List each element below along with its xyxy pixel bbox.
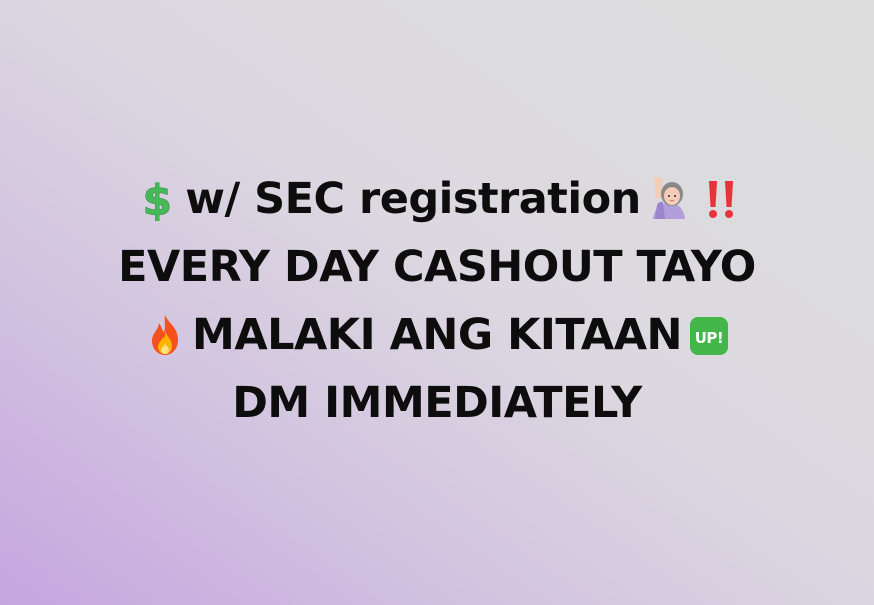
svg-text:$: $ [143,177,172,221]
up-badge-text: UP! [695,329,724,347]
post-line-2: EVERY DAY CASHOUT TAYO [118,241,756,292]
post-line-4: DM IMMEDIATELY [232,377,642,428]
text-post-card: $ $ w/ SEC registration EVERY DAY CASHOU… [0,0,874,605]
post-text: $ $ w/ SEC registration EVERY DAY CASHOU… [118,165,756,437]
double-exclamation-icon [703,177,739,221]
post-line-1-text: w/ SEC registration [185,173,641,224]
post-line-1: $ $ w/ SEC registration [118,165,756,233]
up-button-icon: UP! [688,315,730,357]
dollar-sign-icon: $ $ [135,177,179,221]
post-line-3: MALAKI ANG KITAAN UP! [118,301,756,369]
post-line-3-text: MALAKI ANG KITAAN [192,309,682,360]
fire-icon [144,313,186,357]
woman-raising-hand-icon [647,175,691,221]
